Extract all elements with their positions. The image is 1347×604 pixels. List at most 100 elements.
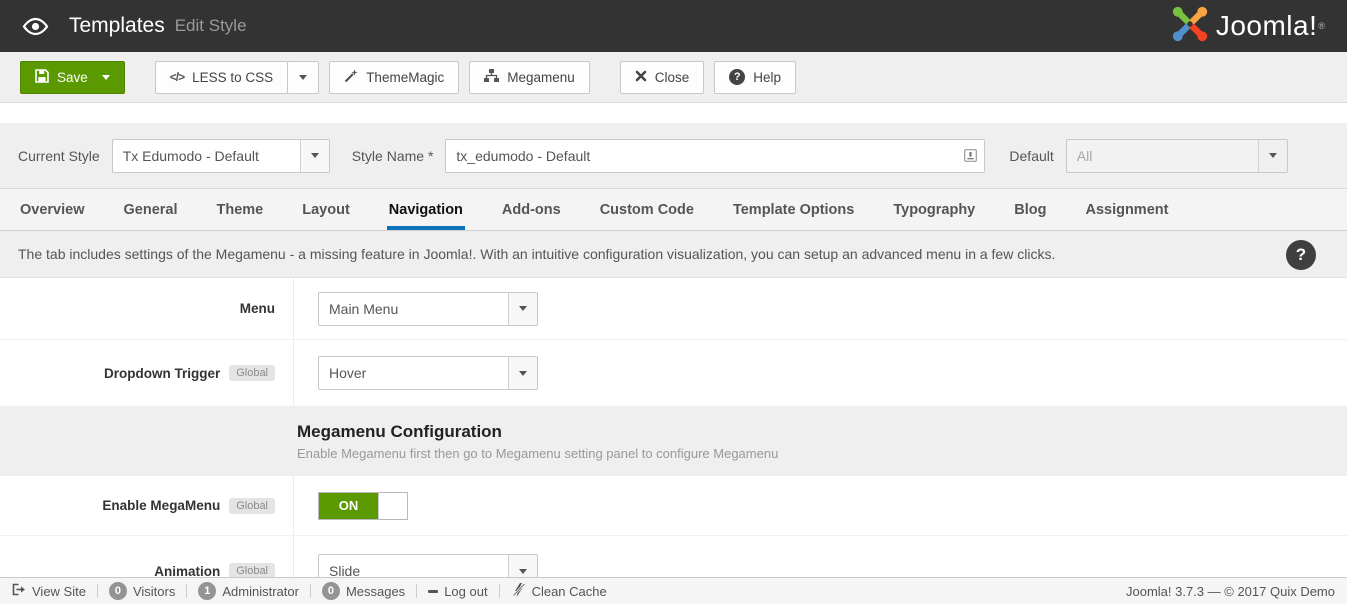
magic-wand-icon [344,69,358,86]
caret-down-icon [1258,140,1287,172]
exit-icon [12,583,26,599]
tab-add-ons[interactable]: Add-ons [502,189,561,230]
administrator-item[interactable]: 1 Administrator [198,582,299,600]
megamenu-button[interactable]: Megamenu [469,61,590,94]
thememagic-label: ThemeMagic [366,70,444,85]
less-to-css-dropdown-button[interactable] [287,61,319,94]
close-button[interactable]: Close [620,61,705,94]
dropdown-trigger-row: Dropdown Trigger Global Hover [0,340,1347,406]
toggle-knob [378,493,407,519]
code-icon: </> [170,70,184,84]
menu-row: Menu Main Menu [0,278,1347,340]
menu-value: Main Menu [319,293,508,325]
version-text: Joomla! 3.7.3 — © 2017 Quix Demo [1126,584,1335,599]
flash-off-icon [511,583,526,600]
clean-cache-link[interactable]: Clean Cache [511,583,607,600]
help-button[interactable]: ? Help [714,61,796,94]
style-name-field-wrap [445,139,985,173]
caret-down-icon [508,357,537,389]
tab-template-options[interactable]: Template Options [733,189,854,230]
caret-down-icon [300,140,329,172]
caret-down-icon [102,75,110,80]
enable-megamenu-toggle[interactable]: ON [318,492,408,520]
global-badge: Global [229,498,275,514]
caret-down-icon [508,293,537,325]
global-badge: Global [229,365,275,381]
spacer [0,103,1347,123]
messages-count-badge: 0 [322,582,340,600]
info-text: The tab includes settings of the Megamen… [18,246,1055,262]
dropdown-trigger-value: Hover [319,357,508,389]
default-label: Default [1009,148,1053,164]
tab-custom-code[interactable]: Custom Code [600,189,694,230]
dropdown-trigger-select[interactable]: Hover [318,356,538,390]
current-style-select[interactable]: Tx Edumodo - Default [112,139,330,173]
visitors-count-badge: 0 [109,582,127,600]
style-name-label: Style Name * [352,148,434,164]
tab-theme[interactable]: Theme [217,189,264,230]
thememagic-button[interactable]: ThemeMagic [329,61,459,94]
status-bar: View Site 0 Visitors 1 Administrator 0 M… [0,577,1347,604]
megamenu-configuration-section: Megamenu Configuration Enable Megamenu f… [0,406,1347,476]
text-input-icon [964,149,977,167]
tab-layout[interactable]: Layout [302,189,350,230]
tab-general[interactable]: General [124,189,178,230]
admin-count-badge: 1 [198,582,216,600]
help-label: Help [753,70,781,85]
floppy-icon [35,69,49,86]
help-bubble-icon[interactable]: ? [1286,240,1316,270]
enable-megamenu-label: Enable MegaMenu [102,498,220,513]
megamenu-label: Megamenu [507,70,575,85]
joomla-logo: Joomla! ® [1170,4,1325,49]
joomla-logo-text: Joomla! [1216,10,1318,42]
tab-assignment[interactable]: Assignment [1085,189,1168,230]
view-site-label: View Site [32,584,86,599]
messages-item[interactable]: 0 Messages [322,582,405,600]
dropdown-trigger-label: Dropdown Trigger [104,366,220,381]
eye-icon [22,17,49,36]
less-to-css-button[interactable]: </> LESS to CSS [155,61,288,94]
page-title: Templates [69,14,165,38]
save-label: Save [57,70,88,85]
sitemap-icon [484,69,499,85]
caret-down-icon [299,75,307,80]
messages-label: Messages [346,584,405,599]
toggle-on-label: ON [319,493,378,519]
joomla-logo-mark-icon [1170,4,1210,49]
visitors-item[interactable]: 0 Visitors [109,582,175,600]
tab-blog[interactable]: Blog [1014,189,1046,230]
log-out-link[interactable]: Log out [428,584,487,599]
view-site-link[interactable]: View Site [12,583,86,599]
info-bar: The tab includes settings of the Megamen… [0,231,1347,278]
enable-megamenu-row: Enable MegaMenu Global ON [0,476,1347,536]
logout-icon [428,590,438,593]
template-edit-style-page: Templates Edit Style Joomla! ® [0,0,1347,604]
style-name-input[interactable] [445,139,985,173]
menu-select[interactable]: Main Menu [318,292,538,326]
tab-bar: Overview General Theme Layout Navigation… [0,189,1347,231]
menu-label: Menu [240,301,275,316]
current-style-label: Current Style [18,148,100,164]
current-style-value: Tx Edumodo - Default [113,140,300,172]
close-label: Close [655,70,690,85]
default-value: All [1067,140,1258,172]
help-icon: ? [729,69,745,85]
default-select[interactable]: All [1066,139,1288,173]
less-to-css-group: </> LESS to CSS [155,61,319,94]
less-to-css-label: LESS to CSS [192,70,273,85]
log-out-label: Log out [444,584,487,599]
administrator-label: Administrator [222,584,299,599]
section-title: Megamenu Configuration [297,422,1347,442]
style-bar: Current Style Tx Edumodo - Default Style… [0,123,1347,189]
tab-overview[interactable]: Overview [20,189,85,230]
save-button[interactable]: Save [20,61,125,94]
toolbar: Save </> LESS to CSS ThemeMagic [0,52,1347,103]
close-icon [635,70,647,85]
section-subtitle: Enable Megamenu first then go to Megamen… [297,446,1347,461]
tab-navigation[interactable]: Navigation [389,189,463,230]
tab-typography[interactable]: Typography [893,189,975,230]
registered-mark: ® [1318,21,1325,31]
visitors-label: Visitors [133,584,175,599]
page-subtitle: Edit Style [175,16,247,36]
clean-cache-label: Clean Cache [532,584,607,599]
